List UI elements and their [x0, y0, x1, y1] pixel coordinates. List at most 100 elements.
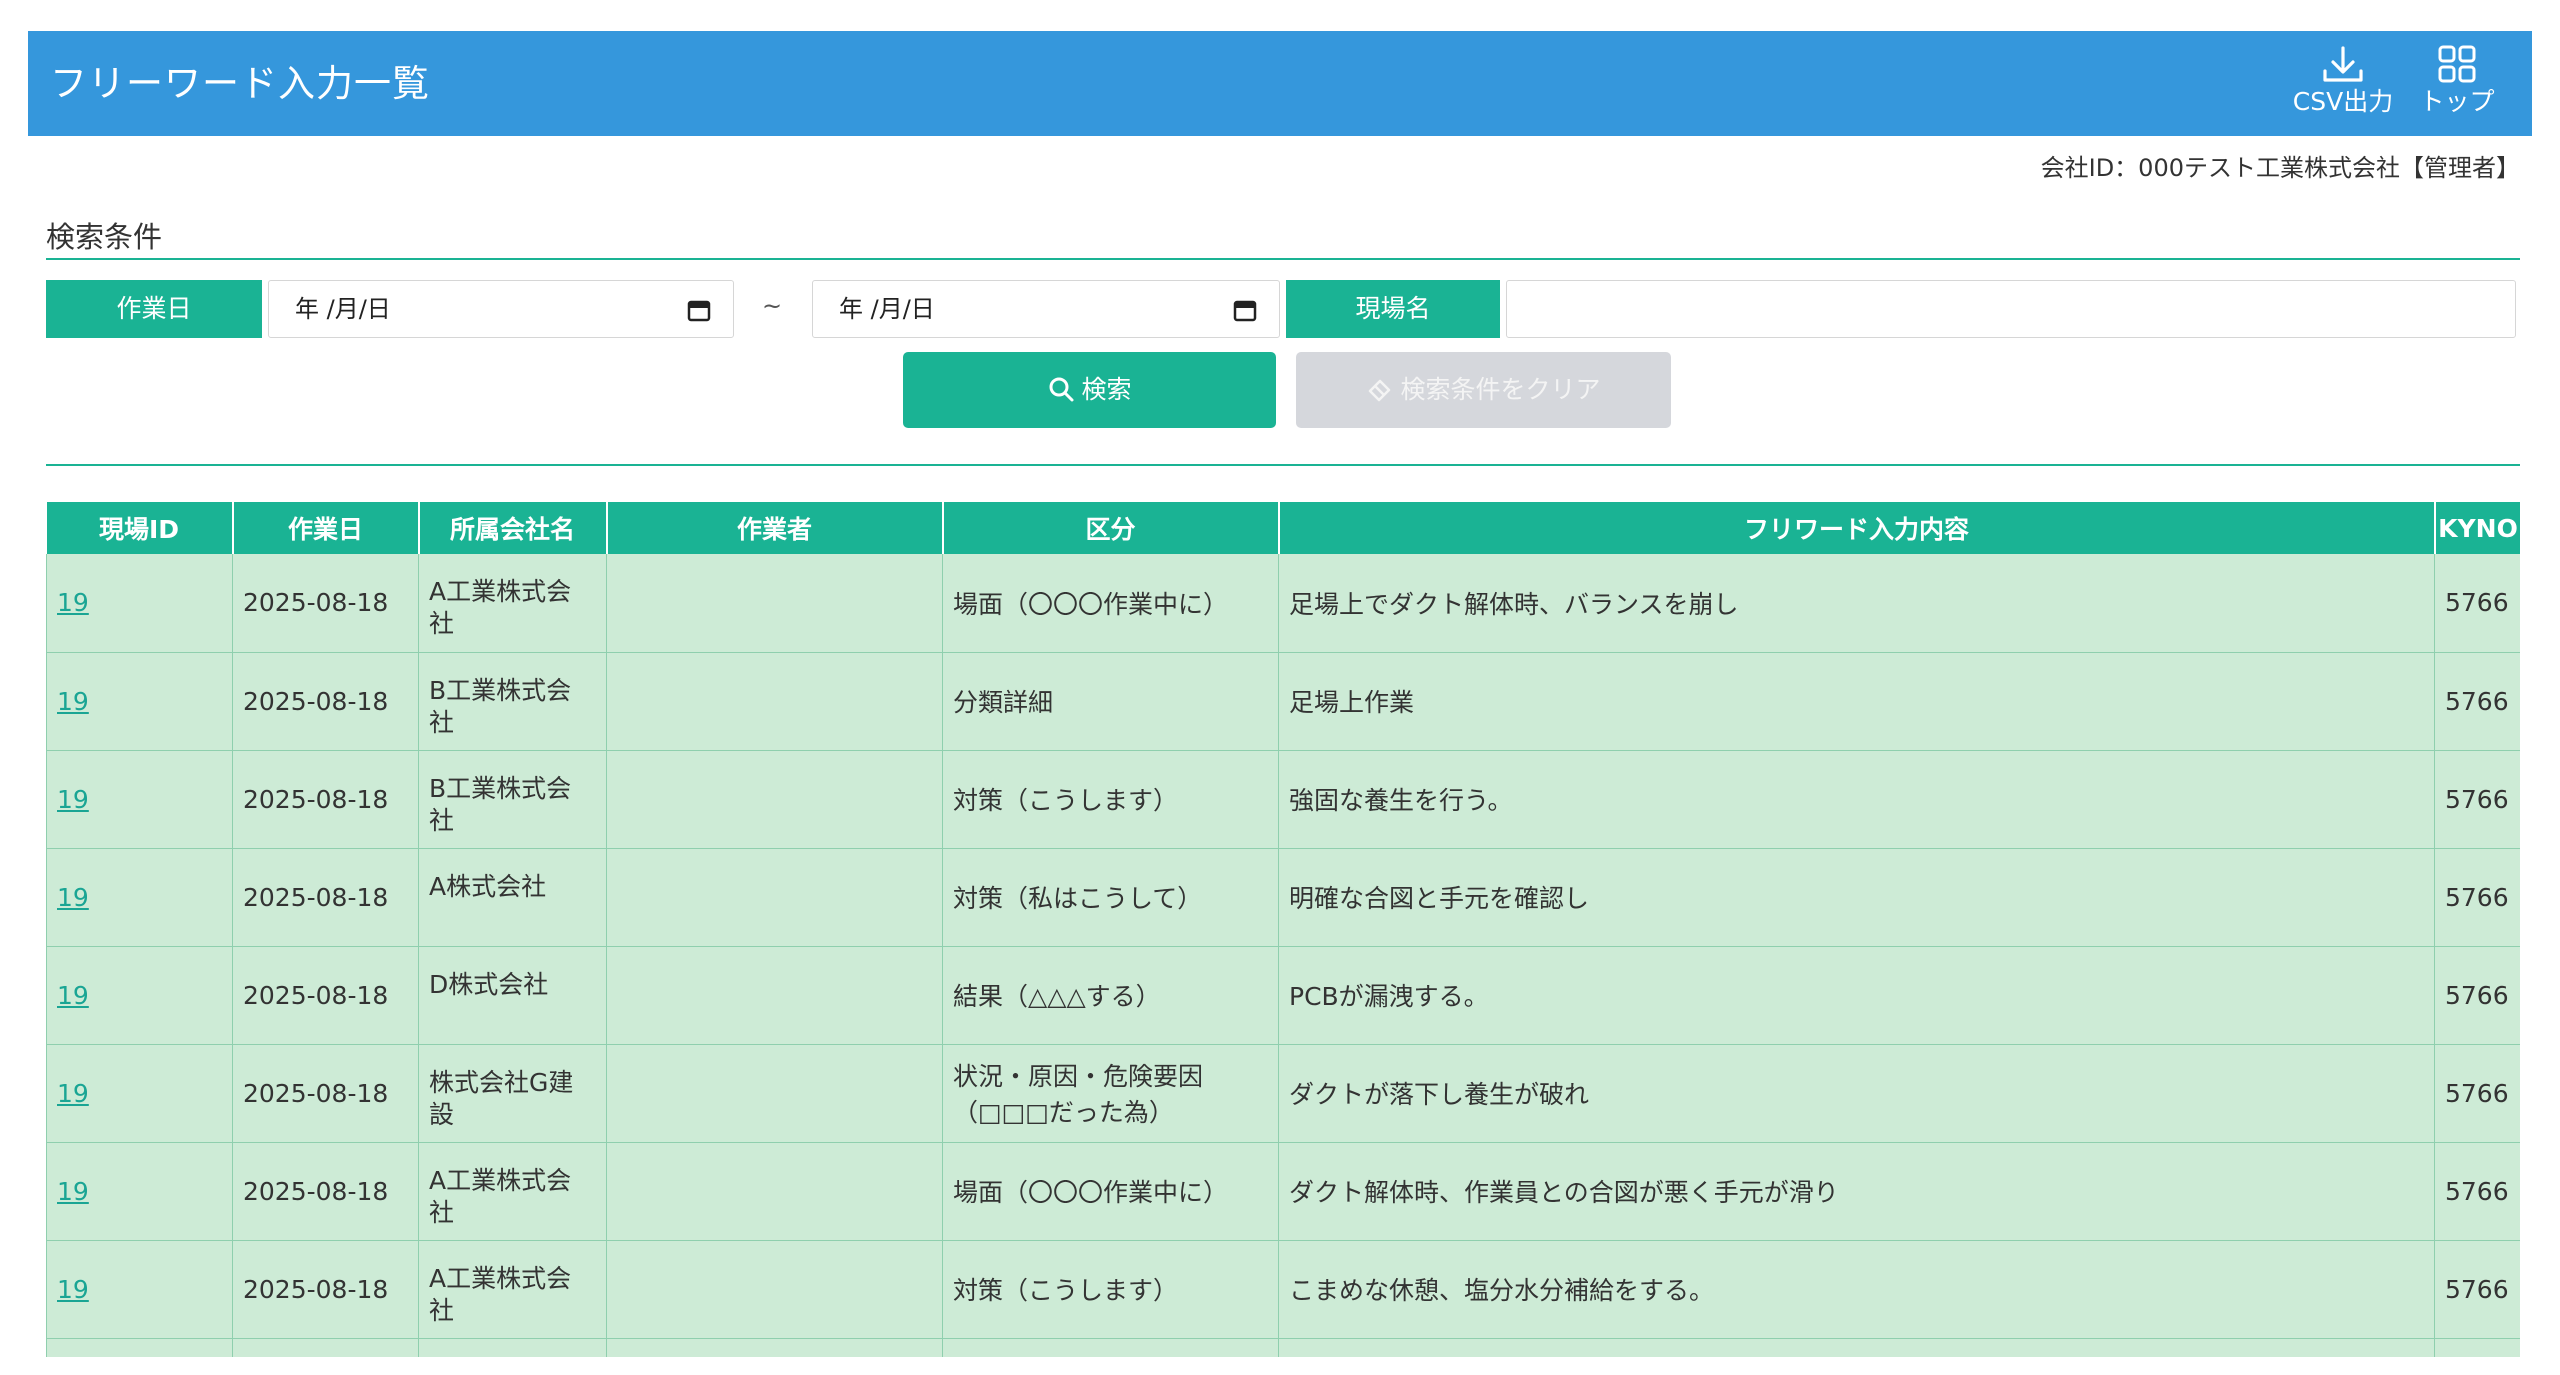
cell-kyno: 5766 — [2434, 554, 2520, 653]
cell-company: A工業株式会社 — [418, 1142, 607, 1241]
table-row: 19 2025-08-18 B工業株式会社 分類詳細 足場上作業 5766 — [46, 652, 2520, 751]
table-row: 19 2025-08-18 A工業株式会社 場面（〇〇〇作業中に） 足場上でダクト解体時… — [46, 554, 2520, 653]
col-worker: 作業者 — [606, 502, 944, 554]
cell-company: B工業株式会社 — [418, 750, 607, 849]
company-info: 会社ID：000テスト工業株式会社【管理者】 — [2040, 154, 2520, 182]
site-id-link[interactable]: 19 — [57, 1275, 89, 1304]
cell-company: D株式会社 — [418, 946, 607, 1045]
page: フリーワード入力一覧 CSV出力 トップ 会社ID：000テスト工業株式会社【管… — [0, 0, 2560, 1375]
col-company: 所属会社名 — [418, 502, 608, 554]
cell-worker — [606, 946, 943, 1045]
site-name-input[interactable] — [1506, 280, 2516, 338]
cell-work-date — [232, 1338, 419, 1357]
cell-worker — [606, 1338, 943, 1357]
cell-worker — [606, 848, 943, 947]
cell-work-date: 2025-08-18 — [232, 1142, 419, 1241]
site-id-link[interactable]: 19 — [57, 1177, 89, 1206]
cell-category: 対策（こうします） — [942, 750, 1279, 849]
cell-kyno: 5766 — [2434, 946, 2520, 1045]
download-icon — [2323, 46, 2363, 82]
cell-site-id[interactable] — [46, 1338, 233, 1357]
table-row: 19 2025-08-18 B工業株式会社 対策（こうします） 強固な養生を行う。 576… — [46, 750, 2520, 849]
date-from-input[interactable]: 年 /月/日 — [268, 280, 734, 338]
cell-site-id[interactable]: 19 — [46, 1240, 233, 1339]
cell-kyno: 5766 — [2434, 652, 2520, 751]
cell-content: ダクトが落下し養生が破れ — [1278, 1044, 2435, 1143]
cell-content: こまめな休憩、塩分水分補給をする。 — [1278, 1240, 2435, 1339]
cell-company: A株式会社 — [418, 848, 607, 947]
table-row — [46, 1338, 2520, 1357]
site-id-link[interactable]: 19 — [57, 588, 89, 617]
col-kyno: KYNO — [2434, 502, 2520, 554]
cell-kyno: 5766 — [2434, 1240, 2520, 1339]
clear-search-button[interactable]: 検索条件をクリア — [1296, 352, 1671, 428]
top-button[interactable]: トップ — [2402, 41, 2512, 127]
range-tilde: ~ — [762, 292, 783, 320]
cell-content: PCBが漏洩する。 — [1278, 946, 2435, 1045]
cell-worker — [606, 1240, 943, 1339]
cell-category: 場面（〇〇〇作業中に） — [942, 1142, 1279, 1241]
cell-content — [1278, 1338, 2435, 1357]
table-row: 19 2025-08-18 D株式会社 結果（△△△する） PCBが漏洩する。 5766 — [46, 946, 2520, 1045]
table-header-row: 現場ID 作業日 所属会社名 作業者 区分 フリワード入力内容 KYNO — [46, 502, 2520, 554]
search-button[interactable]: 検索 — [903, 352, 1276, 428]
cell-company: 株式会社G建設 — [418, 1044, 607, 1143]
grid-icon — [2438, 45, 2476, 83]
cell-company: A工業株式会社 — [418, 554, 607, 653]
cell-work-date: 2025-08-18 — [232, 750, 419, 849]
divider — [46, 258, 2520, 260]
cell-category: 対策（こうします） — [942, 1240, 1279, 1339]
page-title: フリーワード入力一覧 — [50, 62, 430, 105]
clear-button-label: 検索条件をクリア — [1400, 375, 1601, 404]
search-icon — [1049, 377, 1074, 402]
table-row: 19 2025-08-18 A工業株式会社 対策（こうします） こまめな休憩、塩分水分補… — [46, 1240, 2520, 1339]
cell-company: B工業株式会社 — [418, 652, 607, 751]
cell-site-id[interactable]: 19 — [46, 1044, 233, 1143]
date-to-input[interactable]: 年 /月/日 — [812, 280, 1280, 338]
col-category: 区分 — [942, 502, 1280, 554]
work-date-label: 作業日 — [46, 280, 262, 338]
calendar-icon[interactable] — [1233, 298, 1257, 322]
col-site-id: 現場ID — [46, 502, 234, 554]
site-id-link[interactable]: 19 — [57, 785, 89, 814]
cell-content: 足場上作業 — [1278, 652, 2435, 751]
site-id-link[interactable]: 19 — [57, 883, 89, 912]
results-table-wrap: 現場ID 作業日 所属会社名 作業者 区分 フリワード入力内容 KYNO 19 2… — [46, 502, 2520, 1357]
cell-worker — [606, 652, 943, 751]
cell-work-date: 2025-08-18 — [232, 1240, 419, 1339]
site-id-link[interactable]: 19 — [57, 1079, 89, 1108]
cell-site-id[interactable]: 19 — [46, 652, 233, 751]
cell-content: 足場上でダクト解体時、バランスを崩し — [1278, 554, 2435, 653]
cell-category: 場面（〇〇〇作業中に） — [942, 554, 1279, 653]
cell-category: 結果（△△△する） — [942, 946, 1279, 1045]
calendar-icon[interactable] — [687, 298, 711, 322]
cell-worker — [606, 554, 943, 653]
site-id-link[interactable]: 19 — [57, 981, 89, 1010]
cell-site-id[interactable]: 19 — [46, 750, 233, 849]
cell-content: ダクト解体時、作業員との合図が悪く手元が滑り — [1278, 1142, 2435, 1241]
eraser-icon — [1369, 379, 1391, 402]
cell-site-id[interactable]: 19 — [46, 1142, 233, 1241]
cell-category: 対策（私はこうして） — [942, 848, 1279, 947]
cell-work-date: 2025-08-18 — [232, 554, 419, 653]
cell-worker — [606, 1044, 943, 1143]
cell-site-id[interactable]: 19 — [46, 848, 233, 947]
col-work-date: 作業日 — [232, 502, 420, 554]
divider — [46, 464, 2520, 466]
cell-kyno: 5766 — [2434, 750, 2520, 849]
top-label: トップ — [2419, 87, 2495, 116]
csv-export-button[interactable]: CSV出力 — [2288, 41, 2398, 127]
cell-category: 状況・原因・危険要因（□□□だった為） — [942, 1044, 1279, 1143]
cell-content: 明確な合図と手元を確認し — [1278, 848, 2435, 947]
cell-site-id[interactable]: 19 — [46, 554, 233, 653]
cell-work-date: 2025-08-18 — [232, 946, 419, 1045]
table-row: 19 2025-08-18 A株式会社 対策（私はこうして） 明確な合図と手元を確認し 5… — [46, 848, 2520, 947]
table-row: 19 2025-08-18 A工業株式会社 場面（〇〇〇作業中に） ダクト解体時、作業員… — [46, 1142, 2520, 1241]
table-row: 19 2025-08-18 株式会社G建設 状況・原因・危険要因（□□□だった為） ダク… — [46, 1044, 2520, 1143]
search-section-title: 検索条件 — [46, 220, 163, 254]
site-id-link[interactable]: 19 — [57, 687, 89, 716]
cell-category: 分類詳細 — [942, 652, 1279, 751]
cell-content: 強固な養生を行う。 — [1278, 750, 2435, 849]
cell-site-id[interactable]: 19 — [46, 946, 233, 1045]
cell-work-date: 2025-08-18 — [232, 1044, 419, 1143]
